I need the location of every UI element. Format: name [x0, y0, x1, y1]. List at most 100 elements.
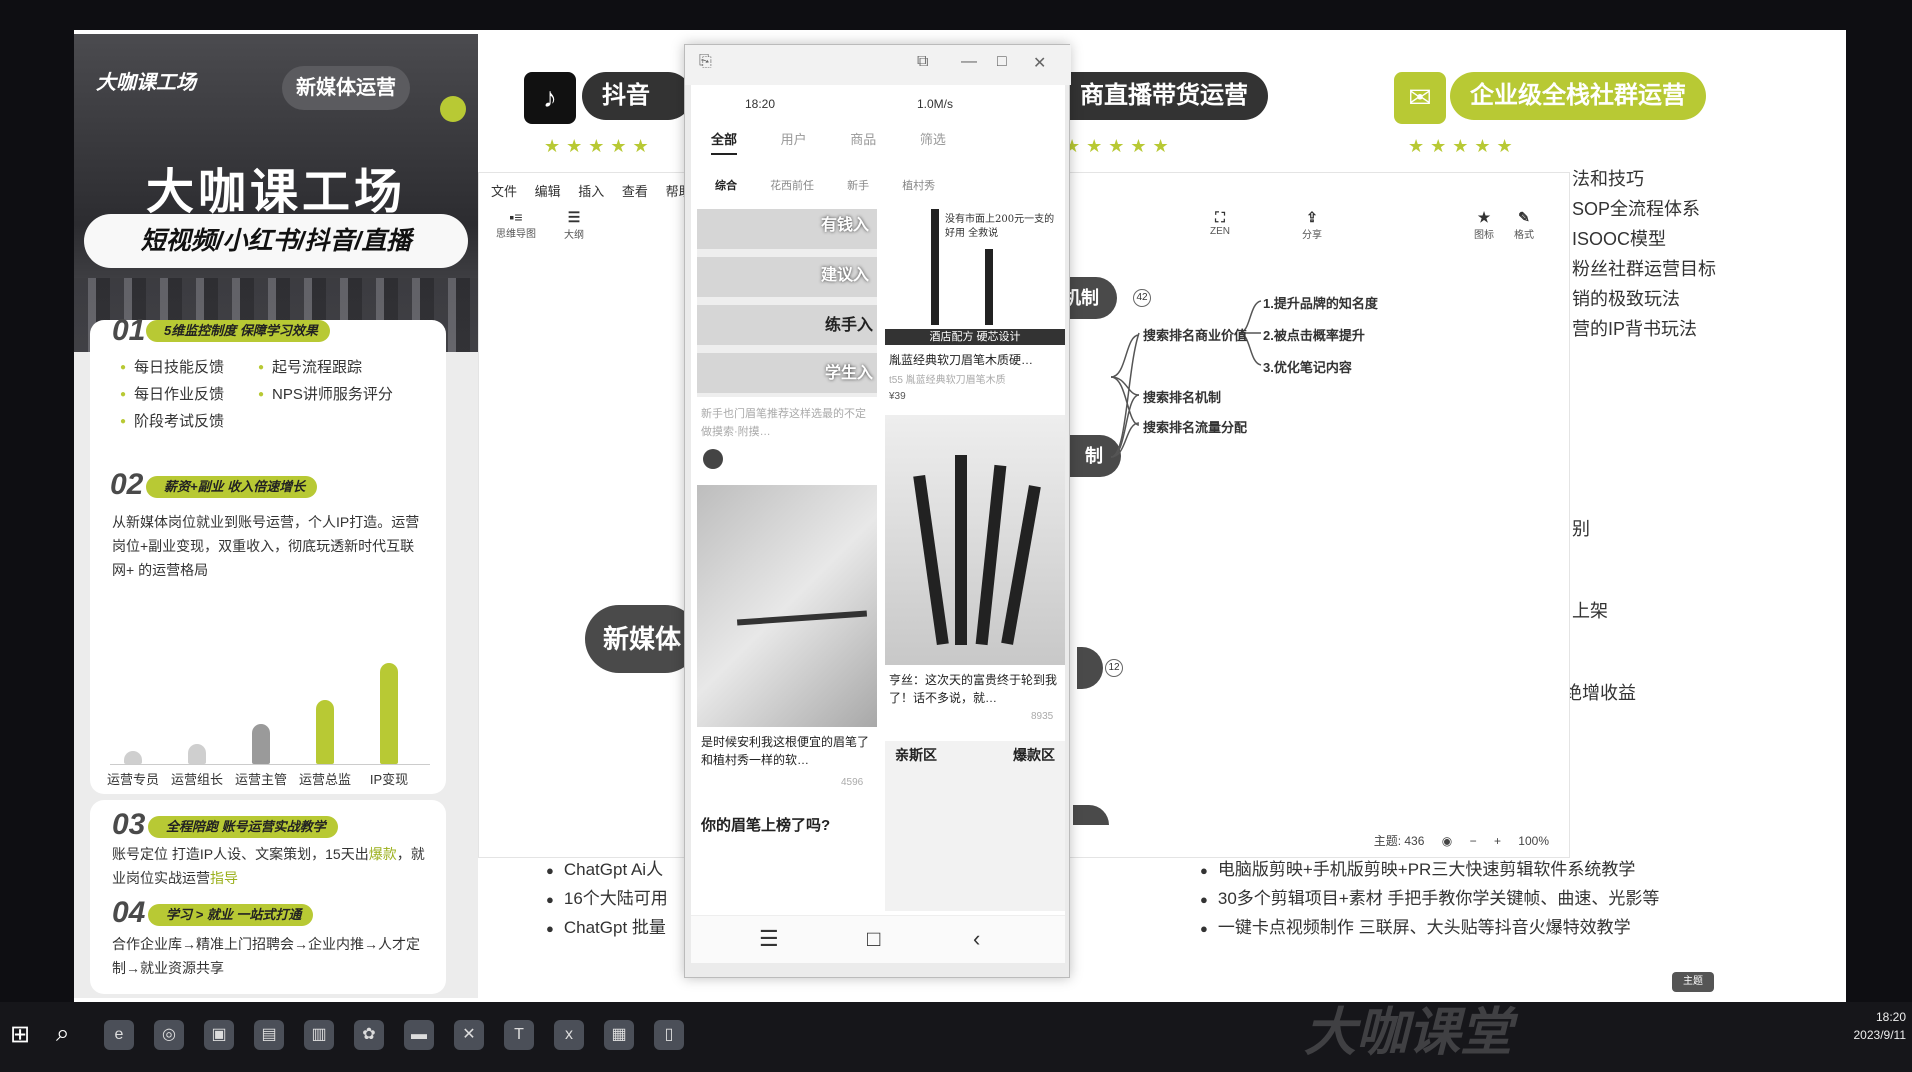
list-fragment: 上架: [1572, 601, 1608, 621]
image-label: 建议入: [820, 267, 869, 284]
list-item: 一键卡点视频制作 三联屏、大头贴等抖音火爆特效教学: [1200, 914, 1659, 943]
pin-icon[interactable]: ⎘: [699, 53, 712, 71]
pencil-graphic: [955, 455, 967, 645]
zoom-level[interactable]: 100%: [1518, 834, 1549, 848]
minimize-button[interactable]: —: [961, 53, 977, 71]
section-number: 03: [112, 808, 146, 841]
post-title[interactable]: 新手也门眉笔推荐这样选最的不定做摸索·附摸…: [701, 405, 871, 441]
app-icon[interactable]: ▥: [304, 1020, 334, 1050]
bottom-right-list: 电脑版剪映+手机版剪映+PR三大快速剪辑软件系统教学 30多个剪辑项目+素材 手…: [1200, 856, 1660, 943]
rating-stars: ★★★★★: [544, 136, 655, 156]
app-icon[interactable]: ✿: [354, 1020, 384, 1050]
tab-goods[interactable]: 商品: [850, 132, 876, 147]
mindmap-leaf[interactable]: 2.被点击概率提升: [1263, 325, 1365, 344]
list-item: 16个大陆可用: [546, 885, 668, 914]
subtab[interactable]: 植村秀: [902, 180, 935, 192]
career-bar-label: 运营总监: [298, 772, 351, 787]
promo-header: 大咖课工场 新媒体运营 大咖课工场 短视频/小红书/抖音/直播: [74, 34, 478, 352]
subtab[interactable]: 花西前任: [770, 180, 814, 192]
highlight: 指导: [210, 870, 238, 886]
phone-mirror-window[interactable]: ⎘ ⧉ — □ ✕ 18:20 1.0M/s 全部 用户 商品 筛选 综合 花西…: [684, 44, 1071, 978]
section-title: 薪资+副业 收入倍速增长: [146, 476, 318, 498]
app-icon[interactable]: ▤: [254, 1020, 284, 1050]
app-icon[interactable]: ▦: [604, 1020, 634, 1050]
subtab-comprehensive[interactable]: 综合: [715, 180, 737, 192]
subtab[interactable]: 新手: [847, 180, 869, 192]
mindmap-leaf[interactable]: 3.优化笔记内容: [1263, 357, 1352, 376]
close-button[interactable]: ✕: [1033, 53, 1046, 73]
maximize-button[interactable]: □: [997, 53, 1007, 71]
back-icon[interactable]: ‹: [973, 926, 980, 952]
image-label: 学生入: [824, 365, 873, 382]
post-title[interactable]: 胤蓝经典软刀眉笔木质硬…: [889, 351, 1061, 369]
career-bar: [380, 663, 398, 764]
header-wechat: 企业级全栈社群运营: [1450, 72, 1706, 120]
mindmap-branch[interactable]: 搜索排名商业价值: [1143, 325, 1247, 344]
header-live: 商直播带货运营: [1060, 72, 1268, 120]
screenshot-icon[interactable]: ⧉: [917, 53, 928, 71]
post-image[interactable]: [697, 485, 877, 727]
right-feature-list: 法和技巧 SOP全流程体系 ISOOC模型 粉丝社群运营目标 销的极致玩法 营的…: [1572, 164, 1716, 344]
android-nav-bar: ☰ □ ‹: [691, 915, 1065, 963]
career-bar: [188, 744, 206, 764]
post-image[interactable]: 有钱入 建议入 练手入 学生入: [697, 209, 877, 397]
bullet-list: 每日技能反馈 每日作业反馈 阶段考试反馈: [120, 354, 224, 435]
post-image[interactable]: 亲斯区 爆款区: [885, 741, 1065, 911]
list-item: 销的极致玩法: [1572, 289, 1680, 309]
post-title[interactable]: 是时候安利我这根便宜的眉笔了 和植村秀一样的软…: [701, 733, 873, 769]
excel-icon[interactable]: x: [554, 1020, 584, 1050]
post-image[interactable]: 没有市面上200元一支的好用 全救说 酒店配方 硬芯设计: [885, 209, 1065, 345]
section-number: 04: [112, 896, 146, 929]
career-bar-label: 运营组长: [170, 772, 223, 787]
career-bar: [124, 751, 142, 764]
like-count: 8935: [1031, 711, 1054, 722]
pencil-graphic: [985, 249, 993, 325]
start-icon[interactable]: ⊞: [10, 1020, 30, 1049]
career-bar-label: IP变现: [369, 772, 409, 787]
chrome-icon[interactable]: ◎: [154, 1020, 184, 1050]
list-item: SOP全流程体系: [1572, 199, 1701, 219]
image-band: 酒店配方 硬芯设计: [885, 329, 1065, 345]
app-icon[interactable]: ▣: [204, 1020, 234, 1050]
text-part: 账号定位 打造IP人设、文案策划，15天出: [112, 846, 369, 862]
pencil-graphic: [975, 464, 1007, 646]
window-titlebar: ⎘ ⧉ — □ ✕: [685, 45, 1071, 85]
avatar[interactable]: [703, 449, 723, 469]
folder-icon[interactable]: ▬: [404, 1020, 434, 1050]
section-text: 从新媒体岗位就业到账号运营，个人IP打造。运营岗位+副业变现，双重收入，彻底玩透…: [112, 514, 420, 578]
bottom-left-list: ChatGpt Ai人 16个大陆可用 ChatGpt 批量: [546, 856, 668, 943]
eye-icon[interactable]: ◉: [1442, 834, 1452, 848]
list-item: 粉丝社群运营目标: [1572, 259, 1716, 279]
mindmap-leaf[interactable]: 1.提升品牌的知名度: [1263, 293, 1378, 312]
post-price: ¥39: [889, 391, 906, 402]
zoom-in-button[interactable]: +: [1494, 834, 1501, 848]
phone-mirror-icon[interactable]: ▯: [654, 1020, 684, 1050]
home-icon[interactable]: □: [867, 926, 880, 952]
zoom-out-button[interactable]: −: [1470, 834, 1477, 848]
accent-dot: [440, 96, 466, 122]
system-clock[interactable]: 18:20 2023/9/11: [1854, 1008, 1907, 1044]
tab-users[interactable]: 用户: [781, 132, 807, 147]
post-subtitle: t55 胤蓝经典软刀眉笔木质: [889, 375, 1006, 386]
post-title[interactable]: 你的眉笔上榜了吗?: [701, 817, 830, 835]
mindmap-branch[interactable]: 搜索排名机制: [1143, 387, 1221, 406]
rating-stars: ★★★★★: [1064, 136, 1175, 156]
section-title: 5维监控制度 保障学习效果: [146, 320, 330, 342]
menu-icon[interactable]: ☰: [759, 926, 779, 952]
list-item: 法和技巧: [1572, 169, 1644, 189]
status-network: 1.0M/s: [917, 97, 954, 111]
post-title[interactable]: 亨丝：这次天的富贵终于轮到我了！话不多说，就…: [889, 671, 1061, 707]
list-item: ChatGpt Ai人: [546, 856, 668, 885]
typora-icon[interactable]: T: [504, 1020, 534, 1050]
tab-filter[interactable]: 筛选: [920, 132, 946, 147]
edge-icon[interactable]: e: [104, 1020, 134, 1050]
search-icon[interactable]: ⌕: [56, 1020, 69, 1048]
image-label: 练手入: [824, 317, 873, 334]
mindmap-branch[interactable]: 搜索排名流量分配: [1143, 417, 1247, 436]
tab-all[interactable]: 全部: [711, 132, 738, 155]
post-image[interactable]: [885, 415, 1065, 665]
bullet-list: 起号流程跟踪 NPS讲师服务评分: [258, 354, 393, 408]
watermark: 大咖课堂: [1304, 1004, 1513, 1062]
promo-tag: 新媒体运营: [282, 66, 410, 110]
xmind-icon[interactable]: ✕: [454, 1020, 484, 1050]
